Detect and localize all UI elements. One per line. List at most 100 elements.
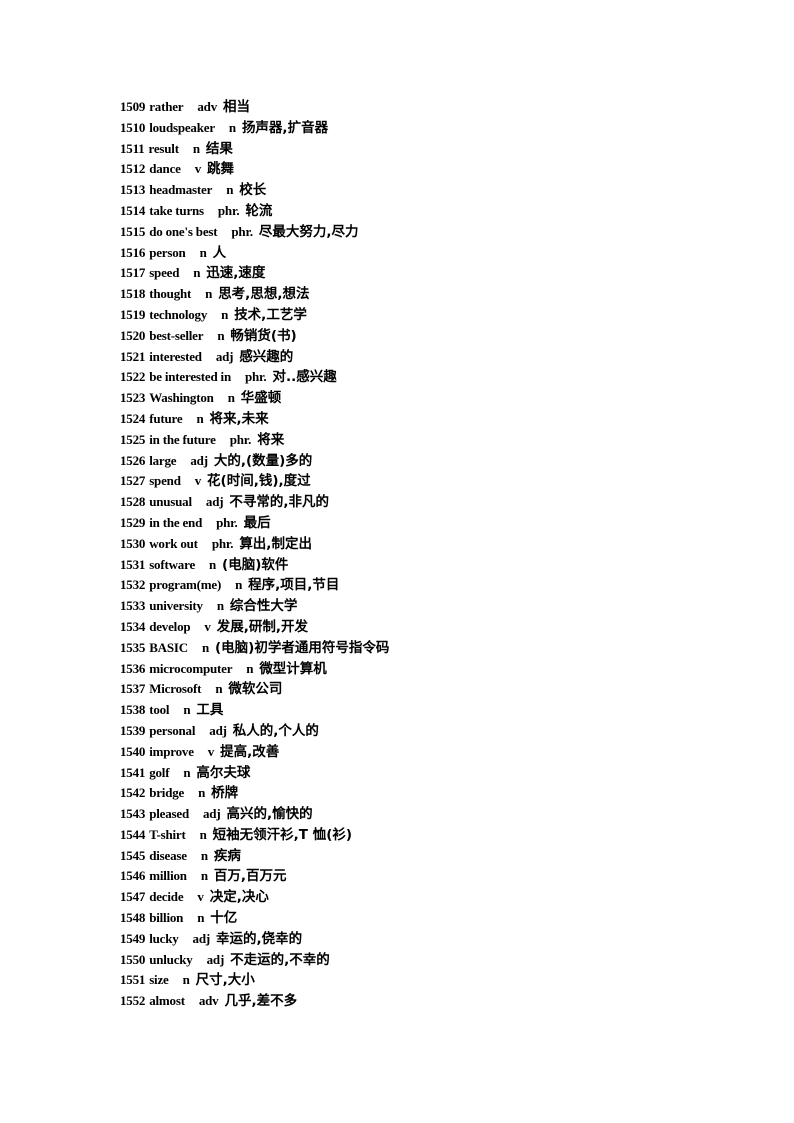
entry-part-of-speech: n (198, 785, 206, 801)
entry-definition: 扬声器,扩音器 (241, 119, 329, 136)
vocabulary-entry: 1543 pleased adj 高兴的,愉快的 (120, 804, 389, 825)
entry-word: BASIC (149, 639, 188, 655)
entry-word: develop (149, 618, 191, 634)
entry-word: interested (149, 348, 202, 364)
entry-part-of-speech: n (209, 556, 217, 572)
entry-number: 1549 (120, 930, 146, 946)
entry-definition: 轮流 (245, 202, 273, 219)
entry-word: microcomputer (149, 660, 233, 676)
entry-part-of-speech: v (194, 473, 202, 489)
entry-number: 1544 (120, 826, 146, 842)
entry-definition: 算出,制定出 (239, 535, 312, 552)
entry-definition: 跳舞 (207, 161, 235, 178)
entry-word: million (149, 868, 187, 884)
entry-word: rather (149, 99, 184, 114)
entry-number: 1537 (120, 681, 146, 697)
entry-word: pleased (149, 806, 189, 822)
entry-definition: 十亿 (210, 910, 238, 927)
entry-part-of-speech: adj (190, 452, 208, 468)
entry-part-of-speech: n (217, 327, 225, 343)
vocabulary-entry: 1524 future n 将来,未来 (120, 409, 389, 430)
entry-word: T-shirt (149, 826, 186, 842)
entry-part-of-speech: phr. (217, 202, 240, 218)
vocabulary-entry: 1523 Washington n 华盛顿 (120, 388, 389, 409)
entry-definition: 不寻常的,非凡的 (229, 494, 330, 511)
vocabulary-entry: 1547 decide v 决定,决心 (120, 887, 389, 908)
vocabulary-entry: 1546 million n 百万,百万元 (120, 866, 389, 887)
entry-number: 1527 (120, 473, 146, 489)
entry-number: 1543 (120, 806, 146, 822)
entry-definition: 尺寸,大小 (195, 972, 255, 989)
entry-part-of-speech: v (197, 889, 204, 905)
entry-number: 1550 (120, 951, 146, 967)
entry-word: bridge (149, 785, 185, 801)
entry-word: large (149, 452, 177, 468)
entry-part-of-speech: n (226, 182, 234, 198)
entry-number: 1539 (120, 722, 146, 738)
entry-definition: 结果 (205, 140, 233, 157)
vocabulary-entry: 1512 dance v 跳舞 (120, 159, 389, 180)
vocabulary-entry: 1536 microcomputer n 微型计算机 (120, 659, 389, 680)
entry-number: 1511 (120, 140, 145, 156)
entry-word: headmaster (149, 182, 213, 198)
entry-definition: 不走运的,不幸的 (230, 951, 330, 968)
entry-part-of-speech: phr. (216, 514, 238, 530)
entry-definition: 决定,决心 (209, 889, 269, 906)
entry-number: 1552 (120, 993, 146, 1009)
entry-part-of-speech: phr. (244, 369, 267, 385)
entry-definition: 桥牌 (211, 785, 239, 802)
entry-part-of-speech: v (207, 743, 215, 759)
entry-part-of-speech: adj (215, 348, 234, 364)
entry-part-of-speech: n (221, 306, 229, 322)
entry-definition: 疾病 (213, 847, 241, 864)
entry-number: 1535 (120, 639, 146, 655)
entry-part-of-speech: adj (192, 930, 211, 946)
entry-number: 1512 (120, 161, 146, 177)
entry-number: 1536 (120, 660, 146, 676)
entry-part-of-speech: n (216, 598, 224, 614)
entry-number: 1516 (120, 244, 146, 260)
entry-part-of-speech: n (200, 847, 208, 863)
entry-part-of-speech: n (227, 390, 235, 406)
entry-number: 1541 (120, 764, 146, 780)
entry-part-of-speech: adj (206, 951, 225, 967)
vocabulary-entry: 1526 large adj 大的,(数量)多的 (120, 451, 389, 472)
entry-word: Microsoft (149, 681, 202, 697)
entry-definition: 迅速,速度 (206, 265, 266, 282)
entry-part-of-speech: n (205, 286, 213, 302)
vocabulary-entry: 1518 thought n 思考,思想,想法 (120, 284, 389, 305)
entry-definition: 高兴的,愉快的 (226, 806, 313, 823)
entry-number: 1548 (120, 910, 146, 926)
entry-word: personal (149, 722, 196, 738)
entry-number: 1525 (120, 431, 146, 447)
vocabulary-entry: 1532 program(me) n 程序,项目,节目 (120, 575, 389, 596)
entry-word: improve (149, 743, 194, 759)
entry-number: 1529 (120, 514, 146, 530)
vocabulary-entry: 1549 lucky adj 幸运的,侥幸的 (120, 929, 389, 950)
vocabulary-entry: 1525 in the future phr. 将来 (120, 430, 389, 451)
vocabulary-entry: 1542 bridge n 桥牌 (120, 783, 389, 804)
entry-number: 1551 (120, 972, 146, 988)
entry-part-of-speech: n (197, 910, 205, 926)
vocabulary-entry: 1533 university n 综合性大学 (120, 596, 389, 617)
vocabulary-entry: 1514 take turns phr. 轮流 (120, 201, 389, 222)
entry-part-of-speech: n (201, 639, 209, 655)
entry-definition: 尽最大努力,尽力 (258, 223, 359, 240)
entry-part-of-speech: adj (202, 806, 221, 822)
vocabulary-entry: 1535 BASIC n (电脑)初学者通用符号指令码 (120, 638, 389, 659)
vocabulary-entry: 1527 spend v 花(时间,钱),度过 (120, 471, 389, 492)
entry-number: 1542 (120, 785, 146, 801)
entry-word: billion (149, 910, 184, 926)
vocabulary-entry: 1515 do one's best phr. 尽最大努力,尽力 (120, 222, 389, 243)
entry-definition: 私人的,个人的 (232, 722, 319, 739)
entry-part-of-speech: n (200, 868, 208, 884)
entry-definition: 将来,未来 (209, 410, 269, 427)
vocabulary-entry: 1545 disease n 疾病 (120, 846, 389, 867)
entry-definition: 微软公司 (228, 681, 283, 698)
entry-part-of-speech: phr. (229, 431, 252, 447)
entry-number: 1531 (120, 556, 146, 572)
entry-number: 1533 (120, 598, 146, 614)
entry-number: 1532 (120, 577, 146, 593)
vocabulary-entry: 1528 unusual adj 不寻常的,非凡的 (120, 492, 389, 513)
vocabulary-entry: 1520 best-seller n 畅销货(书) (120, 326, 389, 347)
